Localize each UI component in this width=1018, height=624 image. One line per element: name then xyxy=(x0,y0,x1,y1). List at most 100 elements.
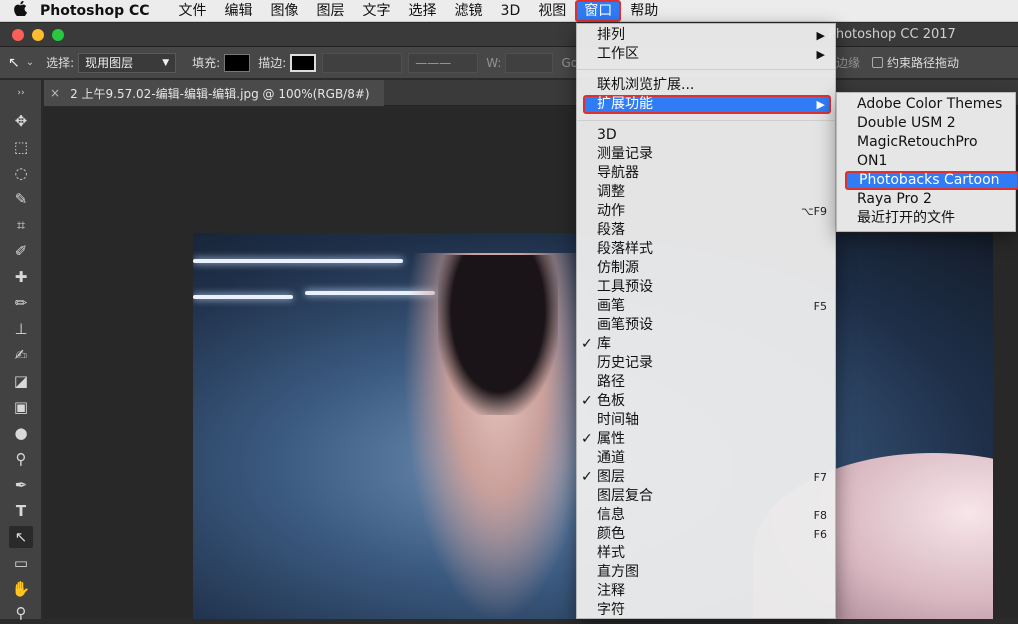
submenu-item-adobe-color-themes[interactable]: Adobe Color Themes xyxy=(837,95,1015,114)
history-brush-icon[interactable]: ✍ xyxy=(9,344,33,366)
menu-item-browse-extensions[interactable]: 联机浏览扩展... xyxy=(577,76,835,95)
gradient-icon[interactable]: ▣ xyxy=(9,396,33,418)
menu-item-styles[interactable]: 样式 xyxy=(577,544,835,563)
hand-icon[interactable]: ✋ xyxy=(9,578,33,600)
menu-item-notes[interactable]: 注释 xyxy=(577,582,835,601)
move-icon[interactable]: ✥ xyxy=(9,110,33,132)
menu-edit[interactable]: 编辑 xyxy=(216,0,262,22)
minimize-window-button[interactable] xyxy=(32,29,44,41)
select-dropdown[interactable]: 现用图层 ▼ xyxy=(78,52,177,73)
submenu-item-magic-retouch-pro[interactable]: MagicRetouchPro xyxy=(837,133,1015,152)
path-select-icon[interactable]: ↖ xyxy=(9,526,33,548)
fill-swatch[interactable] xyxy=(224,53,251,72)
submenu-item-photobacks-cartoon[interactable]: Photobacks Cartoon xyxy=(845,171,1018,190)
menu-item-color[interactable]: 颜色 F6 xyxy=(577,525,835,544)
fill-label: 填充: xyxy=(192,56,221,70)
menu-item-brush-presets[interactable]: 画笔预设 xyxy=(577,316,835,335)
constrain-path-option[interactable]: 约束路径拖动 xyxy=(872,54,959,71)
menu-item-extensions[interactable]: 扩展功能 ▶ xyxy=(583,95,831,114)
menu-file[interactable]: 文件 xyxy=(170,0,216,22)
menu-item-3d[interactable]: 3D xyxy=(577,126,835,145)
window-title: Photoshop CC 2017 xyxy=(828,27,956,42)
menu-item-actions[interactable]: 动作 ⌥F9 xyxy=(577,202,835,221)
options-bar: ↖ ⌄ 选择: 现用图层 ▼ 填充: 描边: ——— W: Go 边缘 约束路径… xyxy=(0,47,1018,79)
menu-shortcut: F7 xyxy=(813,471,827,484)
blur-icon[interactable]: ● xyxy=(9,422,33,444)
stroke-swatch[interactable] xyxy=(290,53,317,72)
menu-item-properties[interactable]: ✓ 属性 xyxy=(577,430,835,449)
menu-item-label: 信息 xyxy=(597,507,625,523)
menu-item-label: 工作区 xyxy=(597,46,639,62)
brush-icon[interactable]: ✏ xyxy=(9,292,33,314)
submenu-item-raya-pro[interactable]: Raya Pro 2 xyxy=(837,190,1015,209)
menu-item-measurement-log[interactable]: 测量记录 xyxy=(577,145,835,164)
menu-item-paragraph[interactable]: 段落 xyxy=(577,221,835,240)
submenu-item-label: Adobe Color Themes xyxy=(857,96,1003,112)
type-icon[interactable]: T xyxy=(9,500,33,522)
menu-item-adjustments[interactable]: 调整 xyxy=(577,183,835,202)
marquee-icon[interactable]: ⬚ xyxy=(9,136,33,158)
menu-item-workspace[interactable]: 工作区 ▶ xyxy=(577,45,835,64)
quick-select-icon[interactable]: ✎ xyxy=(9,188,33,210)
lasso-icon[interactable]: ◌ xyxy=(9,162,33,184)
menu-item-paths[interactable]: 路径 xyxy=(577,373,835,392)
maximize-window-button[interactable] xyxy=(52,29,64,41)
path-select-tool-icon[interactable]: ↖ xyxy=(8,55,20,71)
menu-item-label: 路径 xyxy=(597,374,625,390)
menu-filter[interactable]: 滤镜 xyxy=(446,0,492,22)
menu-image[interactable]: 图像 xyxy=(262,0,308,22)
close-window-button[interactable] xyxy=(12,29,24,41)
menu-item-libraries[interactable]: ✓ 库 xyxy=(577,335,835,354)
menu-item-paragraph-styles[interactable]: 段落样式 xyxy=(577,240,835,259)
menu-item-label: 导航器 xyxy=(597,165,639,181)
menu-window[interactable]: 窗口 xyxy=(575,0,622,22)
eyedropper-icon[interactable]: ✐ xyxy=(9,240,33,262)
apple-icon[interactable] xyxy=(0,0,40,20)
menu-item-character[interactable]: 字符 xyxy=(577,601,835,620)
menu-help[interactable]: 帮助 xyxy=(621,0,667,22)
menu-item-navigator[interactable]: 导航器 xyxy=(577,164,835,183)
menu-layer[interactable]: 图层 xyxy=(308,0,354,22)
menu-item-swatches[interactable]: ✓ 色板 xyxy=(577,392,835,411)
submenu-item-recent-files[interactable]: 最近打开的文件 xyxy=(837,209,1015,228)
checkmark-icon: ✓ xyxy=(581,469,593,485)
tool-preset-chevron-icon[interactable]: ⌄ xyxy=(26,57,34,68)
dodge-icon[interactable]: ⚲ xyxy=(9,448,33,470)
menu-item-label: 段落 xyxy=(597,222,625,238)
menu-item-timeline[interactable]: 时间轴 xyxy=(577,411,835,430)
menu-3d[interactable]: 3D xyxy=(492,0,530,22)
menu-view[interactable]: 视图 xyxy=(529,0,575,22)
menu-item-label: 直方图 xyxy=(597,564,639,580)
menu-item-histogram[interactable]: 直方图 xyxy=(577,563,835,582)
document-tab[interactable]: × 2 上午9.57.02-编辑-编辑-编辑.jpg @ 100%(RGB/8#… xyxy=(44,80,384,106)
menu-select[interactable]: 选择 xyxy=(400,0,446,22)
menu-item-label: 调整 xyxy=(597,184,625,200)
menu-item-clone-source[interactable]: 仿制源 xyxy=(577,259,835,278)
menu-item-arrange[interactable]: 排列 ▶ xyxy=(577,26,835,45)
constrain-path-checkbox[interactable] xyxy=(872,57,883,68)
stroke-type-dropdown[interactable]: ——— xyxy=(408,52,479,73)
rectangle-icon[interactable]: ▭ xyxy=(9,552,33,574)
menu-item-layer-comps[interactable]: 图层复合 xyxy=(577,487,835,506)
menu-item-info[interactable]: 信息 F8 xyxy=(577,506,835,525)
expand-panel-icon[interactable]: ›› xyxy=(9,82,33,104)
app-name-menu[interactable]: Photoshop CC xyxy=(40,3,150,19)
submenu-item-on1[interactable]: ON1 xyxy=(837,152,1015,171)
stamp-icon[interactable]: ⊥ xyxy=(9,318,33,340)
menu-item-history[interactable]: 历史记录 xyxy=(577,354,835,373)
healing-icon[interactable]: ✚ xyxy=(9,266,33,288)
submenu-item-double-usm[interactable]: Double USM 2 xyxy=(837,114,1015,133)
eraser-icon[interactable]: ◪ xyxy=(9,370,33,392)
stroke-width-field[interactable] xyxy=(322,52,403,73)
crop-icon[interactable]: ⌗ xyxy=(9,214,33,236)
close-tab-icon[interactable]: × xyxy=(50,86,60,100)
width-field[interactable] xyxy=(505,52,554,73)
menu-item-tool-presets[interactable]: 工具预设 xyxy=(577,278,835,297)
menu-item-brush[interactable]: 画笔 F5 xyxy=(577,297,835,316)
zoom-icon[interactable]: ⚲ xyxy=(9,602,33,624)
menu-item-channels[interactable]: 通道 xyxy=(577,449,835,468)
pen-icon[interactable]: ✒ xyxy=(9,474,33,496)
menu-item-label: 样式 xyxy=(597,545,625,561)
menu-type[interactable]: 文字 xyxy=(354,0,400,22)
menu-item-layers[interactable]: ✓ 图层 F7 xyxy=(577,468,835,487)
